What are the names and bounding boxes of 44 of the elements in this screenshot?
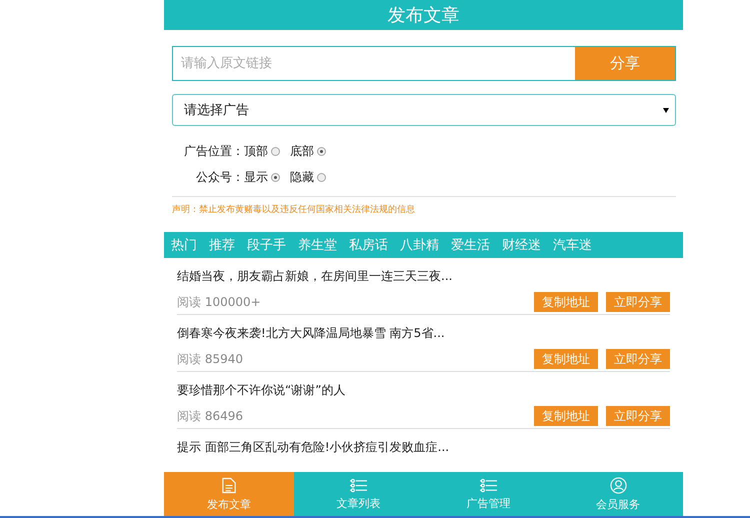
disclaimer-text: 声明：禁止发布黄赌毒以及违反任何国家相关法律法规的信息	[172, 204, 416, 216]
radio-button[interactable]	[317, 146, 326, 156]
read-count: 阅读 100000+	[177, 294, 261, 310]
radio-group-label: 广告位置：	[183, 142, 244, 160]
radio-option-label: 底部	[290, 142, 314, 160]
category-tab[interactable]: 热门	[171, 236, 197, 254]
radio-option-label: 隐藏	[290, 168, 314, 186]
category-tab[interactable]: 私房话	[349, 236, 388, 254]
article-action-button[interactable]: 立即分享	[606, 349, 670, 369]
category-tab[interactable]: 段子手	[247, 236, 286, 254]
category-tab[interactable]: 推荐	[209, 236, 235, 254]
category-tab[interactable]: 八卦精	[400, 236, 439, 254]
radio-option-label: 顶部	[244, 142, 268, 160]
nav-tab[interactable]: 发布文章	[164, 472, 294, 516]
nav-tab[interactable]: 广告管理	[424, 472, 554, 516]
list-icon	[480, 478, 497, 492]
article-action-button[interactable]: 立即分享	[606, 406, 670, 426]
article-title[interactable]: 倒春寒今夜来袭!北方大风降温局地暴雪 南方5省...	[177, 325, 670, 342]
page-title: 发布文章	[388, 4, 460, 27]
radio-group-label: 公众号：	[195, 168, 244, 186]
radio-button[interactable]	[271, 146, 280, 156]
article-action-button[interactable]: 复制地址	[534, 292, 598, 312]
caret-icon	[663, 108, 669, 112]
read-count: 阅读 86496	[177, 408, 244, 424]
ad-select-dropdown[interactable]: 请选择广告	[172, 94, 676, 126]
article-title[interactable]: 要珍惜那个不许你说“谢谢”的人	[177, 382, 670, 399]
radio-button[interactable]	[271, 172, 280, 182]
radio-button[interactable]	[317, 172, 326, 182]
document-icon	[222, 476, 236, 494]
user-icon	[610, 476, 627, 494]
article-title[interactable]: 提示 面部三角区乱动有危险!小伙挤痘引发败血症...	[177, 439, 670, 456]
category-tab[interactable]: 养生堂	[298, 236, 337, 254]
read-count: 阅读 85940	[177, 350, 244, 368]
nav-tab[interactable]: 文章列表	[294, 472, 424, 516]
radio-option-label: 显示	[244, 168, 268, 186]
article-action-button[interactable]: 复制地址	[534, 349, 598, 369]
article-title[interactable]: 结婚当夜，朋友霸占新娘，在房间里一连三天三夜...	[177, 268, 670, 285]
list-icon	[350, 478, 368, 492]
category-tab[interactable]: 爱生活	[451, 236, 490, 254]
article-action-button[interactable]: 复制地址	[534, 406, 598, 426]
category-tab[interactable]: 财经迷	[502, 236, 541, 254]
nav-tab[interactable]: 会员服务	[553, 472, 683, 516]
article-action-button[interactable]: 立即分享	[606, 292, 670, 312]
category-tab[interactable]: 汽车迷	[553, 236, 592, 254]
